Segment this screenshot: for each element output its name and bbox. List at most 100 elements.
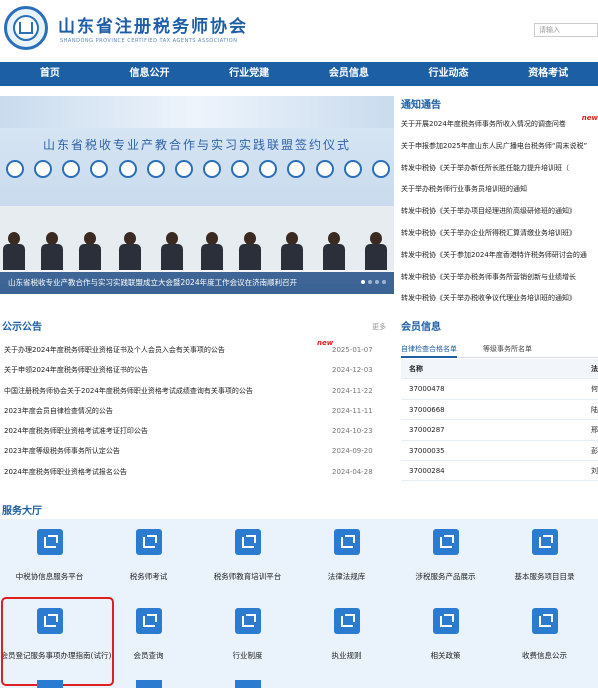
service-fee-info[interactable]: 收费信息公示 — [495, 598, 594, 678]
public-notice-text[interactable]: 2023年度等级税务师事务所认定公告 — [4, 447, 120, 455]
notice-item[interactable]: 关于申报参加2025年度山东人民广播电台税务师“周末说税” — [401, 136, 598, 158]
nav-party-building[interactable]: 行业党建 — [199, 62, 299, 86]
service-label: 税务师考试 — [129, 572, 168, 581]
university-logo — [34, 160, 53, 178]
member-id: 37000287 — [409, 426, 445, 435]
carousel-dot[interactable] — [382, 280, 386, 284]
share-icon — [37, 680, 63, 688]
table-header-row: 名称 法 — [401, 359, 598, 380]
university-logo — [202, 160, 221, 178]
service-label: 法律法规库 — [327, 572, 366, 581]
nav-member-info[interactable]: 会员信息 — [299, 62, 399, 86]
notice-item[interactable]: 转发中税协《关于参加2024年度香港特许税务师研讨会的通 — [401, 245, 598, 267]
public-notice-text[interactable]: 2024年度税务师职业资格考试报名公告 — [4, 468, 127, 476]
service-policies[interactable]: 相关政策 — [396, 598, 495, 678]
tab-self-inspection[interactable]: 自律检查合格名单 — [401, 342, 457, 358]
notice-item[interactable]: 转发中税协《关于举办企业所得税汇算清缴业务培训班》 — [401, 223, 598, 245]
service-training-platform[interactable]: 税务师教育培训平台 — [198, 519, 297, 599]
nav-home[interactable]: 首页 — [0, 62, 100, 86]
person-figure — [2, 232, 26, 274]
association-logo[interactable] — [4, 6, 48, 50]
notice-item[interactable]: 关于举办税务师行业事务员培训班的通知 — [401, 179, 598, 201]
member-tabs: 自律检查合格名单 等级事务所名单 — [401, 342, 598, 358]
university-logo — [231, 160, 250, 178]
share-icon — [136, 680, 162, 688]
service-law-library[interactable]: 法律法规库 — [297, 519, 396, 599]
public-notice-text[interactable]: 关于申领2024年度税务师职业资格证书的公告 — [4, 366, 148, 374]
banner-caption[interactable]: 山东省税收专业产教合作与实习实践联盟成立大会暨2024年度工作会议在济南顺利召开 — [8, 277, 297, 288]
university-logo — [315, 160, 334, 178]
notice-item[interactable]: 转发中税协《关于举办项目经理进阶高级研修班的通知》 — [401, 201, 598, 223]
carousel-dot[interactable] — [375, 280, 379, 284]
tab-graded-firms[interactable]: 等级事务所名单 — [483, 342, 532, 356]
member-legal: 彭 — [591, 446, 598, 455]
site-title[interactable]: 山东省注册税务师协会 — [58, 12, 248, 37]
carousel-dot[interactable] — [368, 280, 372, 284]
share-icon — [433, 608, 459, 634]
service-industry-rules[interactable]: 行业制度 — [198, 598, 297, 678]
service-cta-platform[interactable]: 中税协信息服务平台 — [0, 519, 99, 599]
member-info-title: 会员信息 — [401, 322, 441, 333]
notice-item[interactable]: 转发中税协《关于举办税务师事务所营销创新与业绩增长 — [401, 267, 598, 289]
banner-caption-bar[interactable]: 山东省税收专业产教合作与实习实践联盟成立大会暨2024年度工作会议在济南顺利召开 — [0, 272, 394, 294]
person-figure — [160, 232, 184, 274]
member-legal: 刘 — [591, 466, 598, 475]
member-id: 37000035 — [409, 446, 445, 455]
university-logo — [371, 160, 390, 178]
carousel-dot[interactable] — [361, 280, 365, 284]
table-row[interactable]: 37000668 陆 — [401, 400, 598, 421]
university-logo — [90, 160, 109, 178]
member-table: 名称 法 37000478 何 37000668 陆 37000287 邢 37… — [401, 359, 598, 482]
public-notice-item[interactable]: 2024年度税务师职业资格考试报名公告 2024-04-28 — [4, 462, 373, 482]
public-notice-text[interactable]: 2023年度会员自律检查情况的公告 — [4, 407, 113, 415]
share-icon — [235, 529, 261, 555]
table-row[interactable]: 37000287 邢 — [401, 420, 598, 441]
nav-industry-news[interactable]: 行业动态 — [399, 62, 499, 86]
banner-headline: 山东省税收专业产教合作与实习实践联盟签约仪式 — [42, 138, 351, 152]
public-notice-text[interactable]: 2024年度税务师职业资格考试准考证打印公告 — [4, 427, 148, 435]
public-notice-item[interactable]: 2023年度等级税务师事务所认定公告 2024-09-20 — [4, 441, 373, 461]
person-figure — [364, 232, 388, 274]
public-notice-text[interactable]: 关于办理2024年度税务师职业资格证书及个人会员入会有关事项的公告 — [4, 346, 225, 354]
university-logo — [146, 160, 165, 178]
new-badge: new — [581, 114, 598, 122]
public-notice-item[interactable]: 2023年度会员自律检查情况的公告 2024-11-11 — [4, 401, 373, 421]
share-icon — [37, 529, 63, 555]
university-logos — [6, 160, 390, 178]
carousel-dots — [361, 280, 386, 284]
university-logo — [343, 160, 362, 178]
highlight-box — [1, 597, 114, 686]
nav-info-disclosure[interactable]: 信息公开 — [100, 62, 200, 86]
service-products[interactable]: 涉税服务产品展示 — [396, 519, 495, 599]
notice-item[interactable]: 转发中税协《关于举办新任所长胜任能力提升培训班（ — [401, 158, 598, 180]
nav-exam[interactable]: 资格考试 — [498, 62, 598, 86]
member-legal: 邢 — [591, 426, 598, 435]
more-link[interactable]: 更多 — [372, 322, 386, 332]
notice-item[interactable]: 转发中税协《关于举办税收争议代理业务培训班的通知》 — [401, 288, 598, 310]
table-row[interactable]: 37000284 刘 — [401, 461, 598, 482]
public-notice-item[interactable]: 2024年度税务师职业资格考试准考证打印公告 2024-10-23 — [4, 421, 373, 441]
person-figure — [118, 232, 142, 274]
notice-item[interactable]: 关于开展2024年度税务师事务所收入情况的调查问卷 new — [401, 114, 598, 136]
public-notice-item[interactable]: 中国注册税务师协会关于2024年度税务师职业资格考试成绩查询有关事项的公告 20… — [4, 381, 373, 401]
news-banner[interactable]: 山东省税收专业产教合作与实习实践联盟签约仪式 山东省税收专业产教合作与实习实践联… — [0, 96, 394, 294]
university-logo — [174, 160, 193, 178]
public-notices-title: 公示公告 — [2, 322, 42, 333]
service-practice-rules[interactable]: 执业规则 — [297, 598, 396, 678]
share-icon — [532, 529, 558, 555]
person-figure — [280, 232, 304, 274]
public-notice-item[interactable]: 关于办理2024年度税务师职业资格证书及个人会员入会有关事项的公告 new 20… — [4, 339, 373, 360]
service-label: 相关政策 — [430, 651, 461, 660]
search-input[interactable]: 请输入 — [534, 23, 598, 37]
service-label: 税务师教育培训平台 — [213, 572, 282, 581]
header-legal: 法 — [591, 365, 598, 373]
service-label: 执业规则 — [331, 651, 362, 660]
notice-item-text[interactable]: 关于开展2024年度税务师事务所收入情况的调查问卷 — [401, 120, 566, 128]
member-id: 37000284 — [409, 466, 445, 475]
table-row[interactable]: 37000478 何 — [401, 379, 598, 400]
public-notice-text[interactable]: 中国注册税务师协会关于2024年度税务师职业资格考试成绩查询有关事项的公告 — [4, 387, 253, 395]
public-notice-item[interactable]: 关于申领2024年度税务师职业资格证书的公告 2024-12-03 — [4, 360, 373, 380]
service-exam[interactable]: 税务师考试 — [99, 519, 198, 599]
table-row[interactable]: 37000035 彭 — [401, 441, 598, 461]
service-catalog[interactable]: 基本服务项目目录 — [495, 519, 594, 599]
